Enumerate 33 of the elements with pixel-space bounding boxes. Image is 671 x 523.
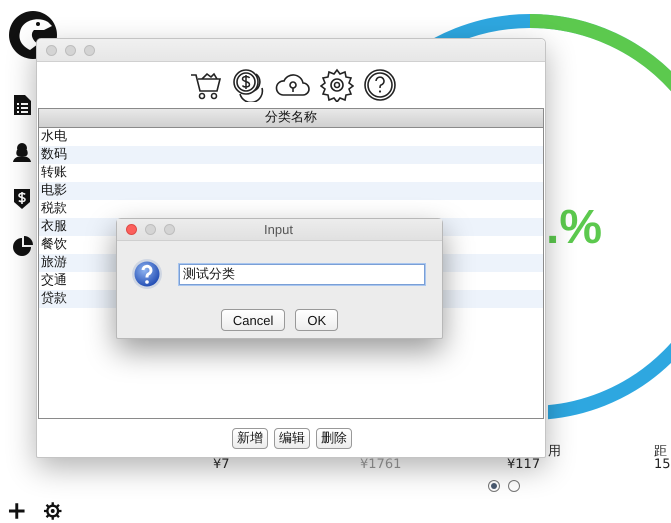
- document-list-icon[interactable]: [13, 95, 31, 115]
- table-row[interactable]: 转账: [39, 164, 543, 182]
- dialog-button[interactable]: OK: [295, 309, 338, 331]
- stat-label: 距: [654, 444, 667, 459]
- page-radio[interactable]: [488, 480, 500, 492]
- text-field[interactable]: 测试分类: [179, 264, 425, 284]
- close-button[interactable]: [126, 224, 137, 235]
- page-radio[interactable]: [508, 480, 520, 492]
- action-button[interactable]: 编辑: [274, 428, 310, 448]
- dollar-coins-icon[interactable]: [232, 68, 266, 102]
- table-row[interactable]: 水电: [39, 128, 543, 146]
- stat-value: ¥1761: [360, 457, 402, 472]
- settings-icon[interactable]: [42, 501, 62, 521]
- table-row[interactable]: 数码: [39, 146, 543, 164]
- action-button[interactable]: 新增: [232, 428, 268, 448]
- dialog-title: Input: [264, 222, 293, 237]
- column-header[interactable]: 分类名称: [39, 109, 543, 128]
- dollar-shield-icon[interactable]: [13, 189, 31, 209]
- question-icon: [131, 258, 163, 290]
- percentage-text: .%: [546, 200, 602, 255]
- settings-icon[interactable]: [320, 68, 354, 102]
- stat-value: 15: [654, 457, 671, 472]
- dialog-button[interactable]: Cancel: [220, 309, 286, 331]
- pie-chart-icon[interactable]: [13, 236, 33, 256]
- plus-icon[interactable]: [8, 502, 26, 520]
- table-row[interactable]: 电影: [39, 182, 543, 200]
- action-button[interactable]: 删除: [316, 428, 352, 448]
- stat-value: ¥117: [507, 457, 540, 472]
- stat-label: 用: [548, 444, 561, 459]
- help-icon[interactable]: [363, 68, 397, 102]
- person-icon[interactable]: [13, 142, 31, 162]
- table-row[interactable]: 税款: [39, 200, 543, 218]
- stat-value: ¥7: [213, 457, 230, 472]
